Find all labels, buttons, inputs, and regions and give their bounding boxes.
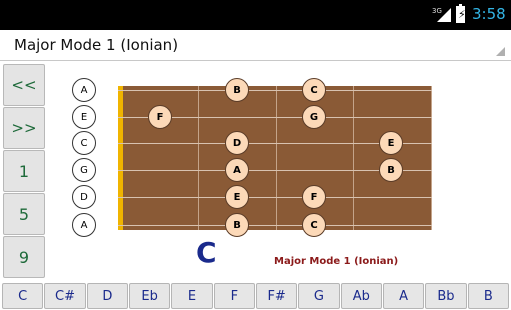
key-button-e-flat[interactable]: Eb xyxy=(128,283,171,309)
mode-name-caption: Major Mode 1 (Ionian) xyxy=(274,256,399,267)
open-string-label: D xyxy=(72,185,96,209)
note-marker[interactable]: F xyxy=(148,105,172,129)
key-button-b-flat[interactable]: Bb xyxy=(425,283,467,309)
note-marker[interactable]: B xyxy=(225,213,249,237)
charging-icon: ⚡ xyxy=(458,8,466,21)
next-button[interactable]: >> xyxy=(3,107,45,149)
open-string-label: C xyxy=(72,131,96,155)
note-marker[interactable]: E xyxy=(225,185,249,209)
key-selector: C C# D Eb E F F# G Ab A Bb B xyxy=(2,283,509,309)
signal-icon xyxy=(437,8,451,22)
string-line xyxy=(118,225,432,226)
note-marker[interactable]: A xyxy=(225,158,249,182)
note-marker[interactable]: C xyxy=(302,78,326,102)
open-string-label: A xyxy=(72,78,96,102)
key-button-e[interactable]: E xyxy=(171,283,213,309)
mode-spinner-value: Major Mode 1 (Ionian) xyxy=(14,36,179,54)
fret-line xyxy=(198,86,199,230)
string-line xyxy=(118,197,432,198)
open-string-label: E xyxy=(72,105,96,129)
key-button-f[interactable]: F xyxy=(213,283,255,309)
key-button-f-sharp[interactable]: F# xyxy=(255,283,298,309)
key-button-d[interactable]: D xyxy=(86,283,128,309)
key-display: C xyxy=(196,236,217,269)
position-5-button[interactable]: 5 xyxy=(3,193,45,235)
note-marker[interactable]: G xyxy=(302,105,326,129)
fretboard-nut xyxy=(118,86,123,230)
key-button-a[interactable]: A xyxy=(382,283,425,309)
key-button-a-flat[interactable]: Ab xyxy=(340,283,382,309)
position-1-button[interactable]: 1 xyxy=(3,150,45,192)
key-button-c[interactable]: C xyxy=(2,283,44,309)
dropdown-arrow-icon xyxy=(496,47,505,56)
open-string-label: G xyxy=(72,158,96,182)
key-button-c-sharp[interactable]: C# xyxy=(44,283,86,309)
fret-line xyxy=(431,86,432,230)
status-bar: 3G ⚡ 3:58 xyxy=(0,0,511,30)
note-marker[interactable]: B xyxy=(225,78,249,102)
mode-spinner[interactable]: Major Mode 1 (Ionian) xyxy=(0,31,511,61)
fret-line xyxy=(276,86,277,230)
note-marker[interactable]: D xyxy=(225,131,249,155)
clock: 3:58 xyxy=(472,5,506,23)
note-marker[interactable]: C xyxy=(302,213,326,237)
open-string-label: A xyxy=(72,213,96,237)
position-9-button[interactable]: 9 xyxy=(3,236,45,278)
battery-icon: ⚡ xyxy=(456,4,466,23)
key-button-g[interactable]: G xyxy=(298,283,340,309)
key-button-b[interactable]: B xyxy=(467,283,509,309)
previous-button[interactable]: << xyxy=(3,64,45,106)
note-marker[interactable]: B xyxy=(379,158,403,182)
note-marker[interactable]: E xyxy=(379,131,403,155)
note-marker[interactable]: F xyxy=(302,185,326,209)
fret-line xyxy=(353,86,354,230)
string-line xyxy=(118,90,432,91)
